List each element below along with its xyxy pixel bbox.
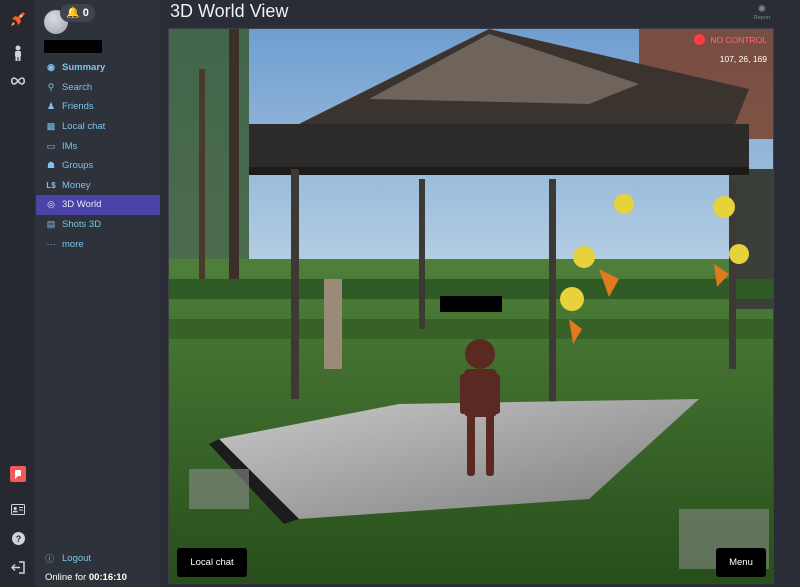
menu-button[interactable]: Menu bbox=[716, 548, 766, 577]
3d-scene-render[interactable] bbox=[169, 29, 774, 584]
globe-icon: ◎ bbox=[47, 199, 55, 210]
world-viewport[interactable]: NO CONTROL 107, 26, 169 Local chat Menu bbox=[168, 28, 774, 584]
page-title: 3D World View bbox=[170, 1, 289, 21]
id-card-icon[interactable] bbox=[6, 497, 30, 521]
logout-icon: ⓘ bbox=[45, 554, 55, 564]
im-icon: ▭ bbox=[46, 140, 56, 151]
nav-item-more[interactable]: ··· more bbox=[36, 234, 160, 254]
nav-item-money[interactable]: L$ Money bbox=[36, 176, 160, 196]
nav-item-ims[interactable]: ▭ IMs bbox=[36, 136, 160, 156]
nav-list: ◉ Summary ⚲ Search ♟ Friends ▩ Local cha… bbox=[36, 58, 160, 254]
search-icon: ⚲ bbox=[47, 81, 55, 92]
report-button[interactable]: ✺ Report bbox=[752, 4, 772, 21]
logout-label: Logout bbox=[62, 553, 92, 564]
red-app-icon[interactable] bbox=[6, 462, 30, 486]
online-label: Online for bbox=[45, 572, 87, 583]
report-label: Report bbox=[753, 15, 771, 21]
nav-item-label: more bbox=[62, 238, 84, 250]
nav-item-label: Local chat bbox=[62, 121, 106, 133]
main-panel: 3D World View ✺ Report NO CONTROL 107, 2… bbox=[160, 0, 800, 587]
nav-item-label: IMs bbox=[62, 140, 78, 152]
nav-item-label: Money bbox=[62, 179, 91, 191]
exit-icon[interactable] bbox=[6, 555, 30, 579]
person-icon[interactable] bbox=[6, 41, 30, 65]
more-icon: ··· bbox=[46, 239, 56, 250]
nav-item-label: 3D World bbox=[62, 199, 102, 211]
online-time: 00:16:10 bbox=[88, 572, 127, 583]
nav-item-label: Search bbox=[62, 81, 93, 93]
nav-item-groups[interactable]: ☗ Groups bbox=[36, 156, 160, 176]
logout-link[interactable]: ⓘ Logout bbox=[45, 552, 91, 565]
notification-count: 0 bbox=[82, 7, 89, 19]
nav-item-label: Groups bbox=[62, 160, 94, 172]
username-redacted bbox=[44, 40, 102, 53]
rocket-icon[interactable] bbox=[6, 7, 30, 31]
gauge-icon: ◉ bbox=[47, 62, 55, 73]
local-chat-button[interactable]: Local chat bbox=[177, 548, 247, 577]
groups-icon: ☗ bbox=[46, 160, 56, 171]
shots-icon: ▤ bbox=[46, 219, 56, 230]
nav-item-search[interactable]: ⚲ Search bbox=[36, 78, 160, 98]
nav-sidebar: 🔔 0 ◉ Summary ⚲ Search ♟ Friends ▩ Local… bbox=[36, 0, 160, 587]
notification-badge[interactable]: 🔔 0 bbox=[60, 4, 95, 22]
friends-icon: ♟ bbox=[46, 101, 56, 112]
control-status-text: NO CONTROL bbox=[710, 34, 767, 45]
help-icon[interactable]: ? bbox=[6, 526, 30, 550]
nav-item-label: Friends bbox=[62, 101, 94, 113]
online-status: Online for 00:16:10 bbox=[45, 572, 127, 583]
bell-icon: 🔔 bbox=[66, 7, 80, 19]
svg-text:?: ? bbox=[15, 534, 21, 544]
nav-item-shots-3d[interactable]: ▤ Shots 3D bbox=[36, 215, 160, 235]
nav-item-3d-world[interactable]: ◎ 3D World bbox=[36, 195, 160, 215]
nav-item-label: Shots 3D bbox=[62, 219, 102, 231]
status-dot-icon bbox=[694, 34, 706, 45]
nav-item-summary[interactable]: ◉ Summary bbox=[36, 58, 160, 78]
bug-icon: ✺ bbox=[757, 4, 767, 15]
infinity-icon[interactable] bbox=[6, 69, 30, 93]
position-coordinates: 107, 26, 169 bbox=[719, 54, 767, 64]
app-rail: ? bbox=[0, 0, 36, 587]
control-status: NO CONTROL bbox=[694, 34, 767, 45]
nav-item-local-chat[interactable]: ▩ Local chat bbox=[36, 117, 160, 137]
nav-item-label: Summary bbox=[62, 62, 106, 74]
chat-icon: ▩ bbox=[46, 121, 56, 132]
money-icon: L$ bbox=[46, 180, 56, 190]
nav-item-friends[interactable]: ♟ Friends bbox=[36, 97, 160, 117]
